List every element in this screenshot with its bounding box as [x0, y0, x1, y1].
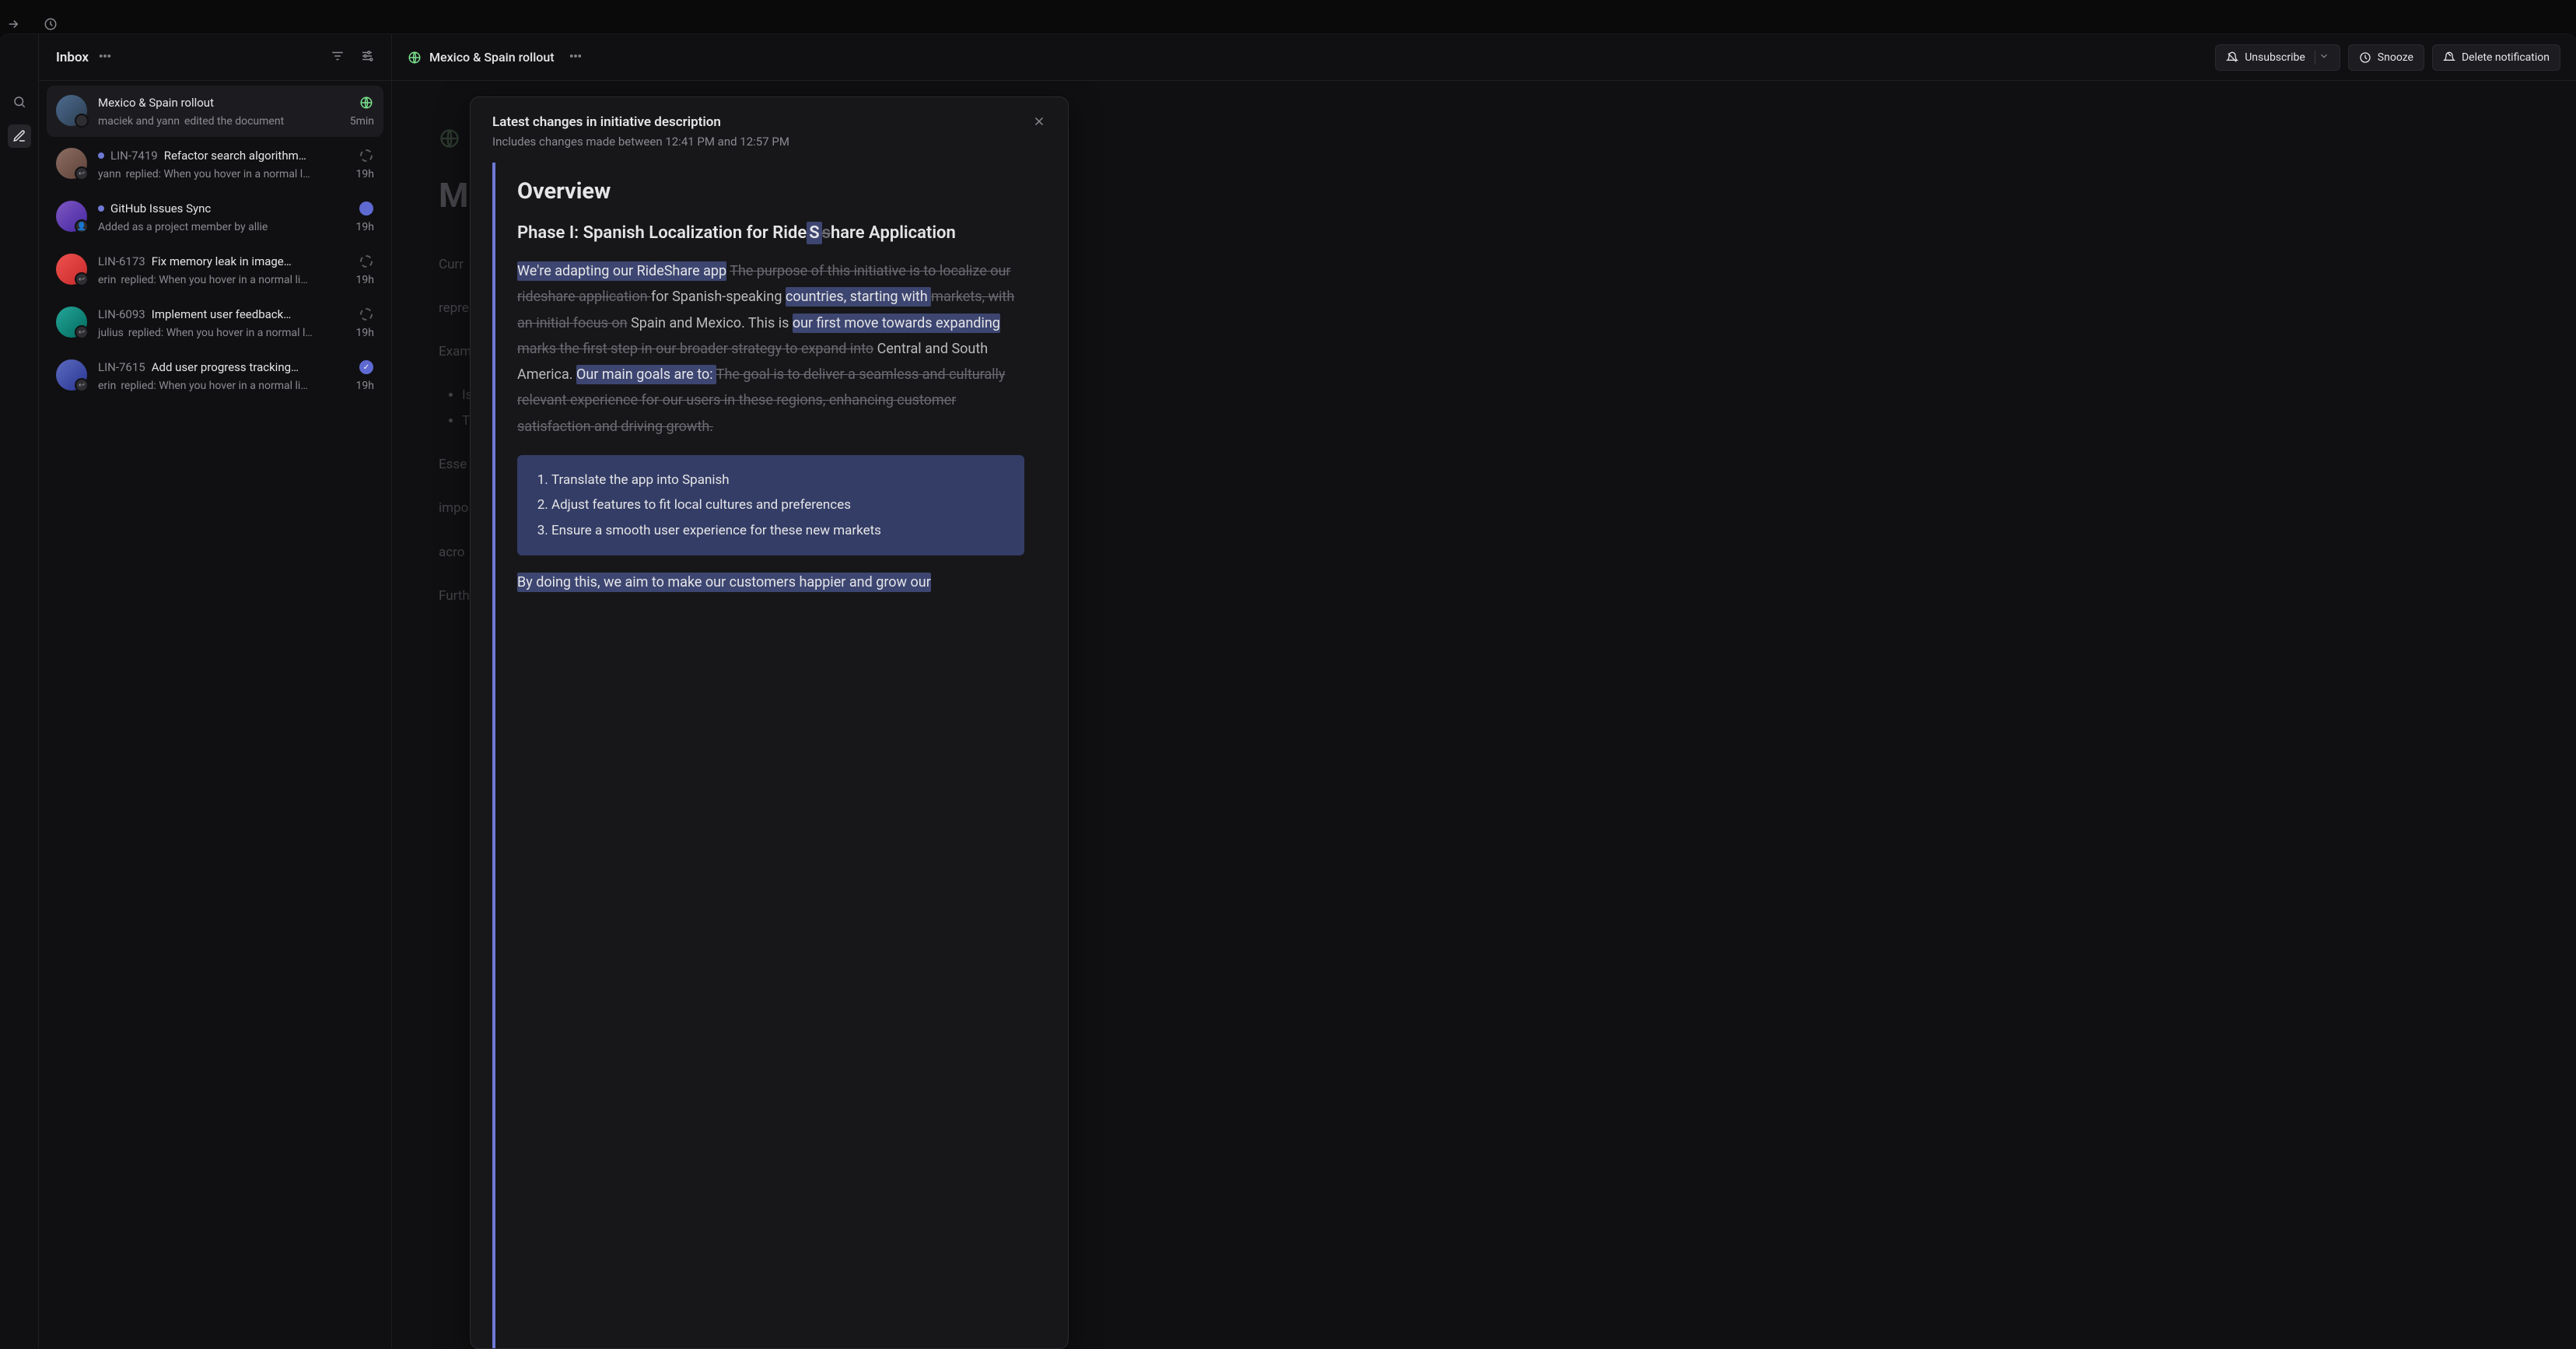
inbox-column: Inbox Mexico & Spain rollout: [39, 34, 392, 1349]
notification-time: 19h: [356, 168, 374, 180]
main-header: Mexico & Spain rollout Unsubscribe Snooz…: [392, 34, 2576, 81]
diff-added-list: Translate the app into Spanish Adjust fe…: [517, 455, 1024, 555]
avatar: ↩: [56, 359, 87, 391]
diff-content: Overview Phase I: Spanish Localization f…: [492, 163, 1046, 1348]
unsubscribe-button[interactable]: Unsubscribe: [2215, 44, 2340, 71]
github-icon: [359, 201, 374, 216]
notification-actors: yann: [98, 168, 121, 180]
diff-header-title: Latest changes in initiative description: [492, 114, 1032, 130]
unsubscribe-label: Unsubscribe: [2245, 51, 2305, 64]
avatar-reply-badge: ↩: [75, 272, 89, 286]
filter-icon[interactable]: [331, 49, 345, 66]
notification-event: replied: When you hover in a normal li…: [121, 380, 351, 392]
notification-title: GitHub Issues Sync: [110, 201, 352, 215]
diff-panel: Latest changes in initiative description…: [470, 96, 1069, 1349]
notification-event: Added as a project member by allie: [98, 221, 352, 233]
snooze-button[interactable]: Snooze: [2348, 44, 2424, 71]
notification-event: replied: When you hover in a normal li…: [121, 274, 351, 286]
avatar: ↩: [56, 148, 87, 179]
avatar-reply-badge: ↩: [75, 378, 89, 392]
diff-overview-heading: Overview: [517, 178, 1024, 205]
status-dashed-icon: [359, 307, 374, 322]
avatar: 👤: [56, 201, 87, 232]
avatar: [56, 95, 87, 126]
diff-header-subtitle: Includes changes made between 12:41 PM a…: [492, 135, 1032, 149]
list-item: Adjust features to fit local cultures an…: [551, 492, 1009, 517]
notification-time: 5min: [350, 115, 374, 128]
notification-id: LIN-6093: [98, 307, 145, 321]
unread-dot-icon: [98, 152, 104, 159]
notification-item[interactable]: Mexico & Spain rollout maciek and yann e…: [47, 86, 383, 137]
notification-id: LIN-7419: [110, 149, 158, 163]
notification-item[interactable]: ↩ LIN-7419 Refactor search algorithm… ya…: [47, 138, 383, 190]
notification-item[interactable]: ↩ LIN-6093 Implement user feedback… juli…: [47, 297, 383, 349]
globe-icon: [408, 51, 422, 65]
inbox-list: Mexico & Spain rollout maciek and yann e…: [39, 81, 391, 1349]
notification-event: replied: When you hover in a normal l…: [126, 168, 352, 180]
notification-actors: julius: [98, 327, 124, 339]
chevron-down-icon[interactable]: [2319, 51, 2329, 65]
rail-spacer: [8, 50, 31, 79]
notification-event: replied: When you hover in a normal l…: [128, 327, 352, 339]
inbox-more-icon[interactable]: [98, 49, 112, 66]
status-dashed-icon: [359, 254, 374, 269]
diff-paragraph: We're adapting our RideShare app The pur…: [517, 258, 1024, 440]
snooze-label: Snooze: [2378, 51, 2413, 64]
status-check-icon: ✓: [359, 359, 374, 375]
notification-item[interactable]: 👤 GitHub Issues Sync Added as a project …: [47, 191, 383, 243]
close-icon[interactable]: [1032, 114, 1046, 131]
avatar-reply-badge: ↩: [75, 325, 89, 339]
diff-phase-heading: Phase I: Spanish Localization for RideSs…: [517, 223, 1024, 243]
notification-time: 19h: [356, 380, 374, 392]
inbox-title: Inbox: [56, 50, 89, 65]
notification-title: Mexico & Spain rollout: [98, 96, 352, 110]
notification-id: LIN-7615: [98, 360, 145, 374]
main-more-icon[interactable]: [569, 49, 583, 66]
avatar-group-badge: [75, 114, 89, 128]
app-frame: Inbox Mexico & Spain rollout: [0, 34, 2576, 1349]
globe-icon: [359, 95, 374, 110]
expand-sidebar-icon[interactable]: [6, 17, 20, 34]
delete-label: Delete notification: [2462, 51, 2550, 64]
diff-trailing: By doing this, we aim to make our custom…: [517, 569, 1024, 595]
search-icon[interactable]: [8, 90, 31, 114]
notification-time: 19h: [356, 221, 374, 233]
delete-notification-button[interactable]: Delete notification: [2432, 44, 2560, 71]
notification-time: 19h: [356, 274, 374, 286]
inbox-header: Inbox: [39, 34, 391, 81]
notification-actors: erin: [98, 380, 116, 392]
main-title-text: Mexico & Spain rollout: [429, 50, 555, 65]
notification-title: Add user progress tracking…: [152, 360, 352, 374]
unread-dot-icon: [98, 205, 104, 212]
avatar-reply-badge: ↩: [75, 166, 89, 180]
main-title: Mexico & Spain rollout: [408, 49, 583, 66]
notification-time: 19h: [356, 327, 374, 339]
notification-title: Refactor search algorithm…: [164, 149, 352, 163]
notification-title: Implement user feedback…: [152, 307, 352, 321]
avatar: ↩: [56, 254, 87, 285]
list-item: Ensure a smooth user experience for thes…: [551, 518, 1009, 543]
globe-icon: [439, 128, 460, 149]
settings-sliders-icon[interactable]: [360, 49, 374, 66]
notification-event: edited the document: [184, 115, 345, 128]
avatar-member-badge: 👤: [75, 219, 89, 233]
main-body: Me Curr repre Exam Is T Esse impo acro F…: [392, 81, 2576, 1349]
notification-title: Fix memory leak in image…: [152, 254, 352, 268]
left-rail: [0, 34, 39, 1349]
diff-panel-header: Latest changes in initiative description…: [471, 97, 1068, 163]
notification-actors: erin: [98, 274, 116, 286]
notification-item[interactable]: ↩ LIN-7615 Add user progress tracking… ✓…: [47, 350, 383, 401]
main-column: Mexico & Spain rollout Unsubscribe Snooz…: [392, 34, 2576, 1349]
status-dashed-icon: [359, 148, 374, 163]
compose-icon[interactable]: [8, 124, 31, 148]
notification-id: LIN-6173: [98, 254, 145, 268]
notification-item[interactable]: ↩ LIN-6173 Fix memory leak in image… eri…: [47, 244, 383, 296]
notification-actors: maciek and yann: [98, 115, 180, 128]
clock-rail-icon[interactable]: [44, 17, 58, 34]
avatar: ↩: [56, 307, 87, 338]
list-item: Translate the app into Spanish: [551, 468, 1009, 492]
